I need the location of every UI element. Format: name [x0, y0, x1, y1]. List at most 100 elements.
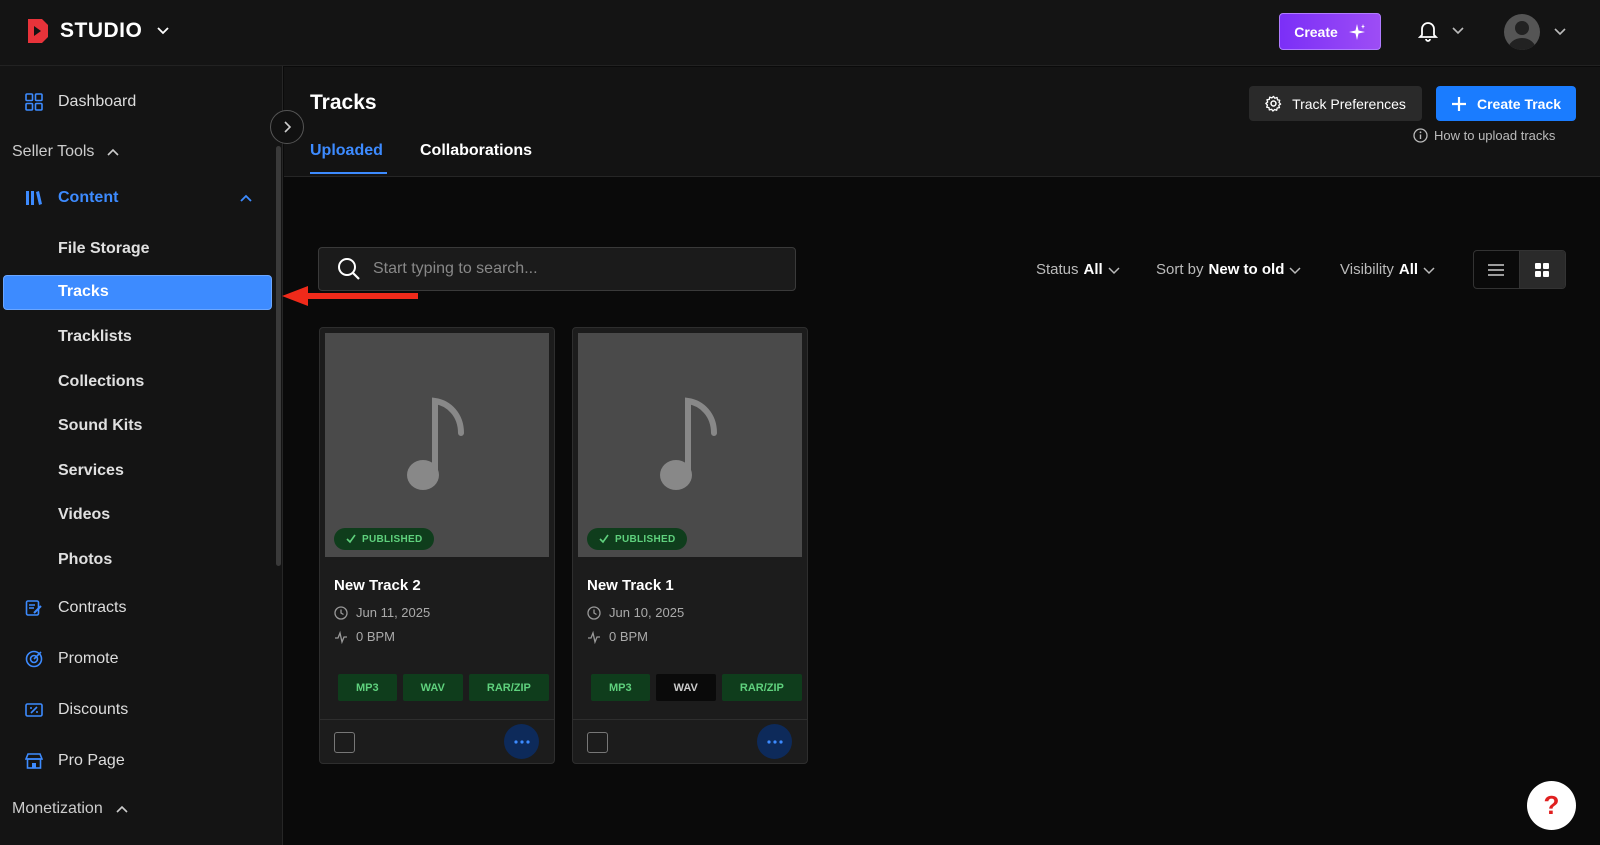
chevron-down-icon	[1108, 266, 1120, 274]
sort-filter[interactable]: Sort by New to old	[1156, 261, 1301, 278]
visibility-filter[interactable]: Visibility All	[1340, 261, 1435, 278]
sidebar-item-promote[interactable]: Promote	[25, 650, 118, 668]
avatar	[1504, 14, 1540, 50]
sidebar-item-videos[interactable]: Videos	[58, 506, 110, 524]
track-artwork[interactable]: PUBLISHED	[578, 333, 802, 557]
create-track-label: Create Track	[1476, 95, 1562, 112]
sidebar-item-photos[interactable]: Photos	[58, 551, 112, 569]
brand-name: STUDIO	[60, 19, 143, 42]
more-options-button[interactable]	[504, 724, 539, 759]
format-badge-wav: WAV	[402, 674, 463, 701]
how-to-upload-link[interactable]: How to upload tracks	[1413, 128, 1555, 143]
grid-view-button[interactable]	[1519, 251, 1565, 288]
chevron-up-icon	[240, 194, 252, 202]
more-icon	[513, 739, 530, 744]
create-button-label: Create	[1294, 23, 1338, 40]
sort-filter-value: New to old	[1208, 261, 1285, 278]
track-artwork[interactable]: PUBLISHED	[325, 333, 549, 557]
clock-icon	[334, 605, 348, 620]
brand-logo-icon	[28, 19, 48, 43]
create-track-button[interactable]: Create Track	[1436, 86, 1576, 121]
sidebar-collapse-button[interactable]	[270, 110, 304, 144]
chevron-up-icon	[116, 805, 128, 813]
sidebar-item-collections[interactable]: Collections	[58, 373, 144, 391]
track-date: Jun 10, 2025	[587, 605, 684, 620]
create-button[interactable]: Create	[1279, 13, 1381, 50]
visibility-filter-value: All	[1398, 261, 1419, 278]
studio-switcher[interactable]: STUDIO	[26, 17, 170, 45]
tab-uploaded[interactable]: Uploaded	[310, 142, 383, 160]
help-button[interactable]: ?	[1527, 781, 1576, 830]
chevron-down-icon	[157, 27, 169, 35]
sidebar-item-discounts[interactable]: Discounts	[25, 701, 128, 719]
sidebar-item-tracklists[interactable]: Tracklists	[58, 328, 132, 346]
search-box[interactable]	[318, 247, 796, 291]
more-options-button[interactable]	[757, 724, 792, 759]
track-card[interactable]: PUBLISHED New Track 1 Jun 10, 2025 0 BPM…	[572, 327, 808, 764]
account-menu[interactable]	[1504, 14, 1566, 50]
sidebar-item-content[interactable]: Content	[25, 189, 253, 207]
music-note-icon	[407, 397, 464, 490]
card-divider	[573, 719, 807, 720]
sidebar-item-pro-page[interactable]: Pro Page	[25, 752, 125, 770]
pulse-icon	[335, 630, 347, 644]
status-badge-label: PUBLISHED	[615, 533, 676, 545]
search-icon	[338, 258, 360, 280]
track-date-label: Jun 10, 2025	[609, 605, 685, 620]
track-select-checkbox[interactable]	[334, 732, 355, 753]
track-preferences-button[interactable]: Track Preferences	[1249, 86, 1422, 121]
bell-icon	[1418, 22, 1438, 42]
list-icon	[1488, 263, 1505, 276]
track-title[interactable]: New Track 1	[587, 577, 674, 594]
section-label: Seller Tools	[12, 143, 95, 160]
format-badge-zip: RAR/ZIP	[721, 674, 802, 701]
sidebar-item-tracks-label: Tracks	[58, 283, 109, 300]
format-list: MP3 WAV RAR/ZIP	[338, 674, 549, 701]
chevron-down-icon	[1289, 266, 1301, 274]
list-view-button[interactable]	[1474, 251, 1520, 288]
tab-collaborations[interactable]: Collaborations	[420, 142, 532, 160]
track-bpm-label: 0 BPM	[609, 629, 649, 644]
library-icon	[26, 191, 42, 205]
sidebar-item-label: Content	[58, 189, 119, 206]
sidebar-scrollbar[interactable]	[276, 146, 281, 566]
clock-icon	[587, 605, 601, 620]
sidebar-item-services[interactable]: Services	[58, 462, 124, 480]
sidebar-item-dashboard[interactable]: Dashboard	[25, 93, 136, 111]
chevron-up-icon	[107, 148, 119, 156]
status-badge: PUBLISHED	[334, 528, 435, 550]
card-divider	[320, 719, 554, 720]
sidebar-item-tracks[interactable]	[3, 275, 272, 310]
status-filter-value: All	[1083, 261, 1103, 278]
status-badge: PUBLISHED	[587, 528, 688, 550]
coupon-icon	[25, 703, 43, 717]
track-title[interactable]: New Track 2	[334, 577, 421, 594]
format-badge-wav: WAV	[655, 674, 716, 701]
section-monetization[interactable]: Monetization	[12, 800, 129, 818]
search-input[interactable]	[373, 260, 773, 278]
status-filter[interactable]: Status All	[1036, 261, 1120, 278]
format-badge-mp3: MP3	[338, 674, 397, 701]
check-icon	[346, 534, 356, 544]
track-preferences-label: Track Preferences	[1292, 95, 1406, 112]
track-bpm: 0 BPM	[334, 629, 395, 644]
format-badge-zip: RAR/ZIP	[468, 674, 549, 701]
user-icon	[1508, 21, 1536, 50]
format-list: MP3 WAV RAR/ZIP	[591, 674, 802, 701]
chevron-down-icon	[1452, 27, 1464, 35]
page-header	[284, 67, 1600, 177]
chevron-right-icon	[284, 121, 292, 133]
section-seller-tools[interactable]: Seller Tools	[12, 143, 120, 161]
section-label: Monetization	[12, 800, 103, 817]
pulse-icon	[588, 630, 600, 644]
status-badge-label: PUBLISHED	[362, 533, 423, 545]
sidebar-item-contracts[interactable]: Contracts	[25, 599, 126, 617]
sidebar-item-sound-kits[interactable]: Sound Kits	[58, 417, 142, 435]
sidebar-item-file-storage[interactable]: File Storage	[58, 240, 150, 258]
chevron-down-icon	[1423, 266, 1435, 274]
how-to-upload-label: How to upload tracks	[1434, 128, 1556, 143]
track-card[interactable]: PUBLISHED New Track 2 Jun 11, 2025 0 BPM…	[319, 327, 555, 764]
sort-filter-label: Sort by	[1156, 261, 1204, 278]
track-select-checkbox[interactable]	[587, 732, 608, 753]
notifications-menu[interactable]	[1418, 20, 1464, 42]
